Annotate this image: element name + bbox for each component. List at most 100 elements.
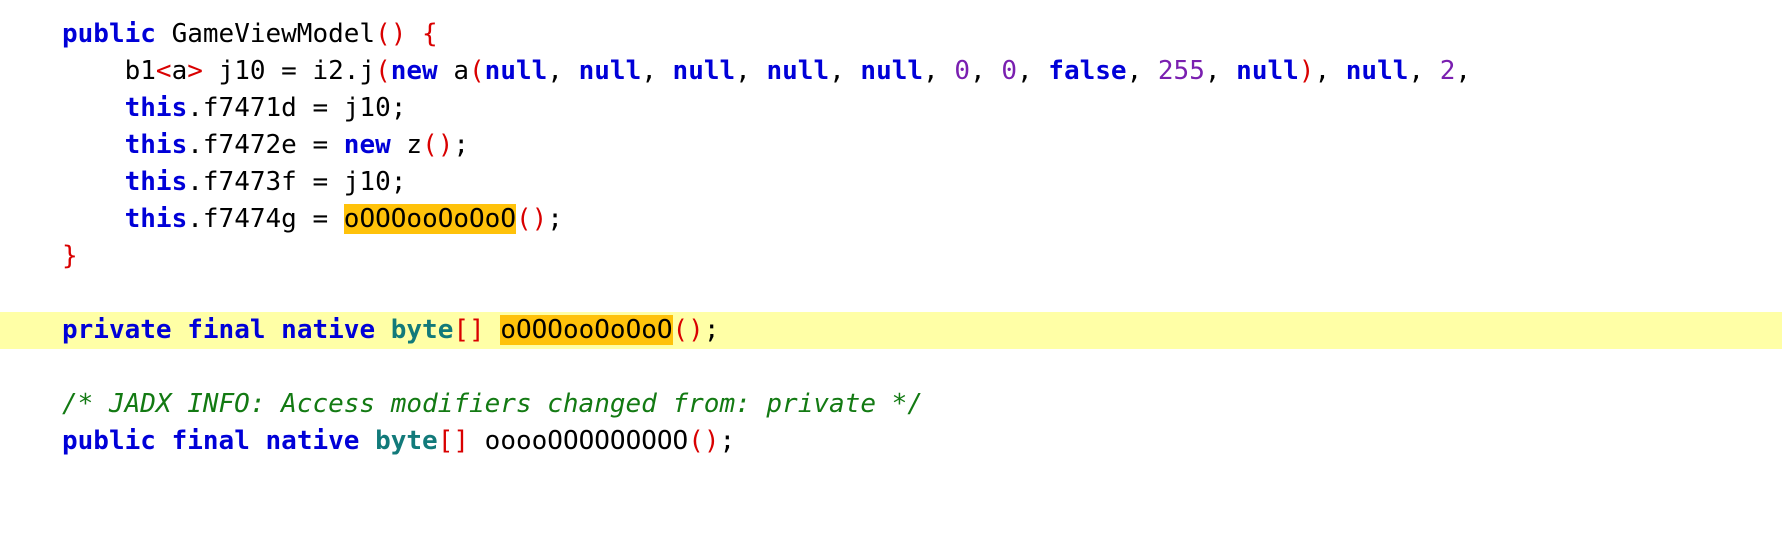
code-token: public — [62, 426, 156, 456]
code-token: ) — [1298, 56, 1315, 86]
code-token: null — [672, 56, 736, 86]
code-token: null — [860, 56, 924, 86]
code-token: this — [124, 204, 188, 234]
code-token: /* JADX INFO: Access modifiers changed f… — [62, 389, 923, 419]
code-token: false — [1048, 56, 1127, 86]
code-token: new — [390, 56, 438, 86]
code-token: } — [62, 241, 78, 271]
code-token: , — [923, 56, 955, 86]
code-line-text: private final native byte[] oOOOooOoOoO(… — [62, 312, 720, 349]
code-token: ; — [703, 315, 720, 345]
code-token: .f7472e = — [187, 130, 344, 160]
code-token: () — [422, 130, 454, 160]
code-token: , — [547, 56, 579, 86]
code-line[interactable]: this.f7472e = new z(); — [0, 127, 1782, 164]
code-token: this — [124, 167, 188, 197]
code-token: , — [1455, 56, 1472, 86]
code-token: < — [155, 56, 172, 86]
code-line-text: this.f7474g = oOOOooOoOoO(); — [62, 201, 563, 238]
code-token: 0 — [1001, 56, 1017, 86]
code-line-text: this.f7472e = new z(); — [62, 127, 469, 164]
code-line-text: } — [62, 238, 78, 275]
code-line[interactable] — [0, 275, 1782, 312]
current-code-line[interactable]: private final native byte[] oOOOooOoOoO(… — [0, 312, 1782, 349]
code-token: > — [187, 56, 203, 86]
code-token: final — [171, 426, 250, 456]
code-token: this — [124, 93, 188, 123]
code-token: , — [1204, 56, 1237, 86]
code-token: , — [829, 56, 861, 86]
code-token: j10 = i2.j — [202, 56, 376, 86]
code-token: 0 — [954, 56, 971, 86]
code-token: , — [1408, 56, 1440, 86]
code-line[interactable]: public GameViewModel() { — [0, 16, 1782, 53]
highlighted-identifier[interactable]: oOOOooOoOoO — [500, 315, 673, 345]
code-token: this — [124, 130, 188, 160]
code-editor[interactable]: public GameViewModel() { b1<a> j10 = i2.… — [0, 0, 1782, 544]
code-token: , — [1126, 56, 1158, 86]
code-token: () — [375, 19, 407, 49]
code-token: null — [766, 56, 830, 86]
code-token: () — [515, 204, 548, 234]
code-token: , — [1314, 56, 1346, 86]
code-token: null — [578, 56, 642, 86]
code-token: null — [484, 56, 548, 86]
code-token: ; — [453, 130, 470, 160]
code-line[interactable]: b1<a> j10 = i2.j(new a(null, null, null,… — [0, 53, 1782, 90]
code-line-text: this.f7471d = j10; — [62, 90, 407, 127]
code-token: null — [1236, 56, 1299, 86]
code-token: [] — [453, 315, 485, 345]
code-line-text: /* JADX INFO: Access modifiers changed f… — [62, 386, 923, 423]
code-line[interactable]: public final native byte[] ooooOOOOOOOOO… — [0, 423, 1782, 460]
code-line-text: b1<a> j10 = i2.j(new a(null, null, null,… — [62, 53, 1471, 90]
code-token: () — [688, 426, 720, 456]
code-token: , — [970, 56, 1002, 86]
code-token: private — [62, 315, 172, 345]
code-line[interactable]: this.f7473f = j10; — [0, 164, 1782, 201]
code-token: , — [1016, 56, 1049, 86]
code-token: 255 — [1157, 56, 1205, 86]
code-token: byte — [375, 426, 438, 456]
code-token: GameViewModel — [155, 19, 376, 49]
code-token: ooooOOOOOOOOO — [469, 426, 689, 456]
code-token: ( — [375, 56, 391, 86]
code-line-text: public GameViewModel() { — [62, 16, 438, 53]
code-token: .f7473f = j10; — [187, 167, 407, 197]
code-token: byte — [390, 315, 454, 345]
code-token: ; — [547, 204, 563, 234]
code-line[interactable] — [0, 349, 1782, 386]
code-token: final — [187, 315, 266, 345]
code-line-text: public final native byte[] ooooOOOOOOOOO… — [62, 423, 735, 460]
code-token: native — [265, 426, 360, 456]
code-line[interactable]: this.f7474g = oOOOooOoOoO(); — [0, 201, 1782, 238]
code-token: { — [422, 19, 438, 49]
code-token: z — [390, 130, 423, 160]
code-line[interactable]: this.f7471d = j10; — [0, 90, 1782, 127]
code-token: a — [171, 56, 188, 86]
code-token: .f7471d = j10; — [187, 93, 407, 123]
code-line[interactable]: /* JADX INFO: Access modifiers changed f… — [0, 386, 1782, 423]
code-token: b1 — [62, 56, 156, 86]
code-token: native — [281, 315, 376, 345]
code-token: , — [735, 56, 767, 86]
code-line-text: this.f7473f = j10; — [62, 164, 407, 201]
code-token: [] — [437, 426, 470, 456]
code-token: ; — [719, 426, 736, 456]
highlighted-identifier[interactable]: oOOOooOoOoO — [343, 204, 516, 234]
code-token: public — [62, 19, 156, 49]
code-token: () — [672, 315, 704, 345]
code-token: ( — [469, 56, 485, 86]
code-line[interactable]: } — [0, 238, 1782, 275]
code-token: null — [1345, 56, 1409, 86]
